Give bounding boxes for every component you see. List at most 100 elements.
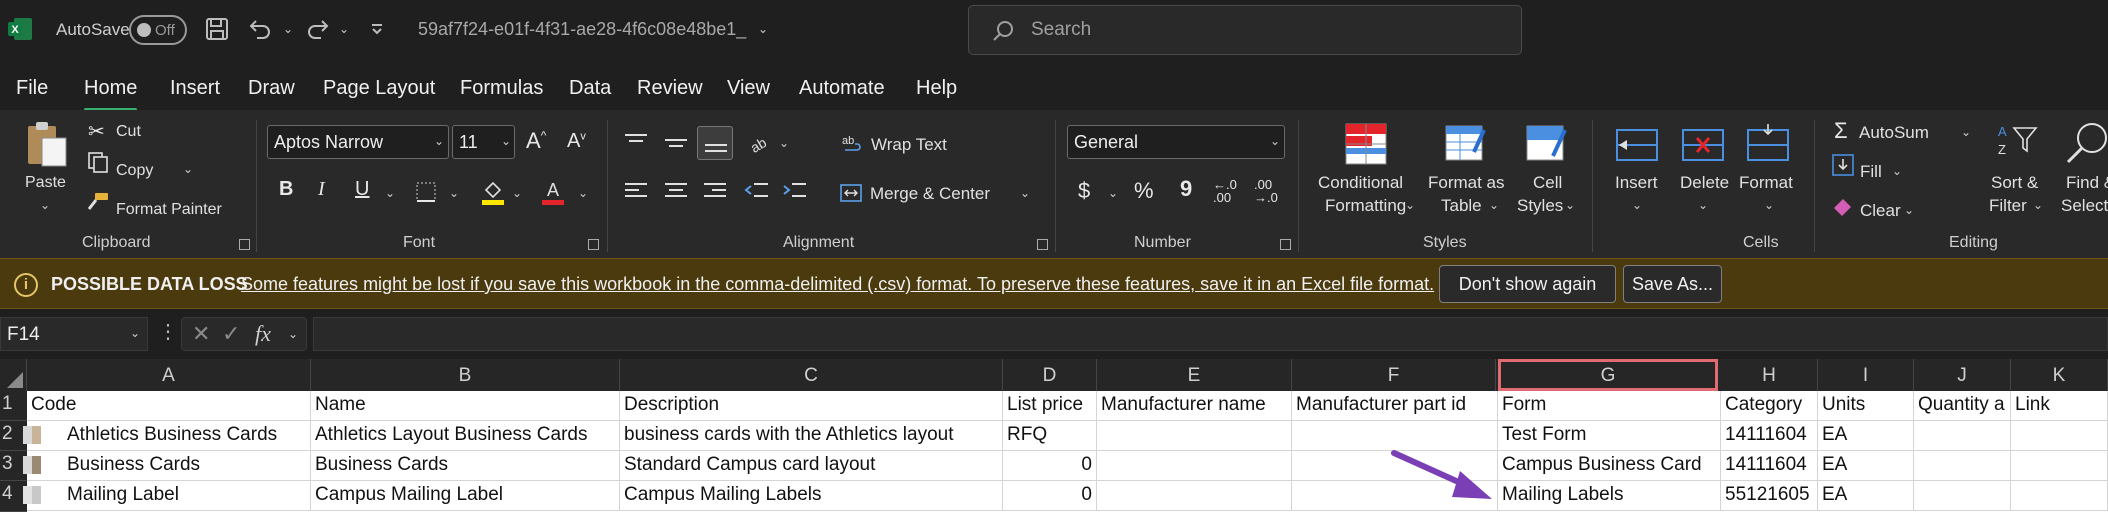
borders-dropdown-icon[interactable]: ⌄ <box>449 186 459 200</box>
fill-icon[interactable] <box>1831 153 1855 177</box>
cell-a3[interactable]: Business Cards <box>27 451 311 481</box>
font-launcher-icon[interactable] <box>588 239 599 250</box>
increase-indent-icon[interactable] <box>782 180 808 204</box>
number-launcher-icon[interactable] <box>1280 239 1291 250</box>
format-dropdown-icon[interactable]: ⌄ <box>1764 198 1774 212</box>
enter-icon[interactable]: ✓ <box>222 321 240 347</box>
middle-align-icon[interactable] <box>663 132 689 154</box>
column-header-h[interactable]: H <box>1721 359 1818 391</box>
fill-dropdown-icon[interactable]: ⌄ <box>1892 164 1902 178</box>
cell-d1[interactable]: List price <box>1003 391 1097 421</box>
clipboard-launcher-icon[interactable] <box>239 239 250 250</box>
fx-dropdown-icon[interactable]: ⌄ <box>288 327 298 341</box>
tab-view[interactable]: View <box>727 77 770 100</box>
increase-decimal-icon[interactable]: ←.0.00 <box>1213 178 1237 204</box>
format-cells-icon[interactable] <box>1746 122 1790 166</box>
redo-dropdown-icon[interactable]: ⌄ <box>339 22 349 36</box>
tab-formulas[interactable]: Formulas <box>460 77 543 100</box>
select-label[interactable]: Select <box>2061 196 2108 216</box>
format-label[interactable]: Format <box>1739 173 1793 193</box>
column-header-g[interactable]: G <box>1498 359 1718 391</box>
cell-label[interactable]: Cell <box>1533 173 1562 193</box>
paste-dropdown-icon[interactable]: ⌄ <box>40 198 50 212</box>
orientation-icon[interactable]: ab <box>746 130 774 156</box>
cell-c1[interactable]: Description <box>620 391 1003 421</box>
sort-filter-dropdown-icon[interactable]: ⌄ <box>2033 198 2043 212</box>
merge-center-icon[interactable] <box>839 181 863 205</box>
fill-color-icon[interactable] <box>480 178 506 206</box>
cell-d2[interactable]: RFQ <box>1003 421 1097 451</box>
autosum-icon[interactable]: Σ <box>1834 118 1848 144</box>
merge-dropdown-icon[interactable]: ⌄ <box>1020 186 1030 200</box>
delete-cells-icon[interactable] <box>1681 126 1725 166</box>
dont-show-again-button[interactable]: Don't show again <box>1439 265 1616 303</box>
clear-icon[interactable] <box>1831 194 1855 218</box>
align-center-icon[interactable] <box>663 180 689 204</box>
column-header-e[interactable]: E <box>1097 359 1292 391</box>
currency-dropdown-icon[interactable]: ⌄ <box>1108 186 1118 200</box>
wrap-text-label[interactable]: Wrap Text <box>871 135 947 155</box>
file-name[interactable]: 59af7f24-e01f-4f31-ae28-4f6c08e48be1_ <box>418 19 746 40</box>
copy-icon[interactable] <box>86 150 110 174</box>
font-family-select[interactable]: Aptos Narrow <box>267 125 449 159</box>
cell-e2[interactable] <box>1097 421 1292 451</box>
name-box-dropdown-icon[interactable]: ⌄ <box>130 326 140 340</box>
font-color-dropdown-icon[interactable]: ⌄ <box>578 186 588 200</box>
number-format-select[interactable]: General <box>1067 125 1285 159</box>
decrease-decimal-icon[interactable]: .00 →.0 <box>1254 178 1278 204</box>
cell-d4[interactable]: 0 <box>1003 481 1097 511</box>
cell-e3[interactable] <box>1097 451 1292 481</box>
format-as-table-icon[interactable] <box>1444 122 1488 166</box>
comma-style-icon[interactable]: 9 <box>1180 176 1192 202</box>
column-header-b[interactable]: B <box>311 359 620 391</box>
delete-dropdown-icon[interactable]: ⌄ <box>1698 198 1708 212</box>
copy-label[interactable]: Copy <box>116 162 153 180</box>
cell-j4[interactable] <box>1914 481 2011 511</box>
column-header-i[interactable]: I <box>1818 359 1914 391</box>
cell-h4[interactable]: 55121605 <box>1721 481 1818 511</box>
cell-i3[interactable]: EA <box>1818 451 1914 481</box>
cell-styles-dropdown-icon[interactable]: ⌄ <box>1565 198 1575 212</box>
infobar-message-link[interactable]: Some features might be lost if you save … <box>241 274 1434 295</box>
save-as-button[interactable]: Save As... <box>1623 265 1722 303</box>
cell-g1[interactable]: Form <box>1498 391 1721 421</box>
find-select-icon[interactable] <box>2064 118 2108 166</box>
cell-h2[interactable]: 14111604 <box>1721 421 1818 451</box>
autosum-label[interactable]: AutoSum <box>1859 123 1929 143</box>
customize-toolbar-icon[interactable] <box>362 14 392 44</box>
conditional-formatting-icon[interactable] <box>1344 122 1388 166</box>
cell-b1[interactable]: Name <box>311 391 620 421</box>
fill-color-dropdown-icon[interactable]: ⌄ <box>512 186 522 200</box>
cell-j1[interactable]: Quantity a <box>1914 391 2011 421</box>
number-format-dropdown-icon[interactable]: ⌄ <box>1270 134 1280 148</box>
format-table-dropdown-icon[interactable]: ⌄ <box>1489 198 1499 212</box>
currency-icon[interactable]: $ <box>1078 178 1090 204</box>
save-icon[interactable] <box>202 14 232 44</box>
cell-j3[interactable] <box>1914 451 2011 481</box>
formula-input[interactable] <box>313 317 2108 351</box>
cell-k1[interactable]: Link <box>2011 391 2108 421</box>
tab-help[interactable]: Help <box>916 77 957 100</box>
cut-label[interactable]: Cut <box>116 123 141 141</box>
undo-dropdown-icon[interactable]: ⌄ <box>283 22 293 36</box>
cell-b2[interactable]: Athletics Layout Business Cards <box>311 421 620 451</box>
cell-f2[interactable] <box>1292 421 1498 451</box>
cell-b3[interactable]: Business Cards <box>311 451 620 481</box>
filter-label[interactable]: Filter <box>1989 196 2027 216</box>
cell-c2[interactable]: business cards with the Athletics layout <box>620 421 1003 451</box>
tab-insert[interactable]: Insert <box>170 77 220 100</box>
insert-cells-icon[interactable] <box>1615 126 1659 166</box>
fill-label[interactable]: Fill <box>1860 162 1882 182</box>
cell-i2[interactable]: EA <box>1818 421 1914 451</box>
cut-icon[interactable]: ✂ <box>88 119 105 144</box>
conditional-label[interactable]: Conditional <box>1318 173 1403 193</box>
sort-filter-icon[interactable]: A Z <box>1996 120 2040 164</box>
top-align-icon[interactable] <box>623 132 649 154</box>
clear-label[interactable]: Clear <box>1860 201 1901 221</box>
autosum-dropdown-icon[interactable]: ⌄ <box>1961 125 1971 139</box>
cell-h1[interactable]: Category <box>1721 391 1818 421</box>
increase-font-icon[interactable]: A^ <box>526 128 546 154</box>
column-header-a[interactable]: A <box>27 359 311 391</box>
alignment-launcher-icon[interactable] <box>1037 239 1048 250</box>
insert-dropdown-icon[interactable]: ⌄ <box>1632 198 1642 212</box>
